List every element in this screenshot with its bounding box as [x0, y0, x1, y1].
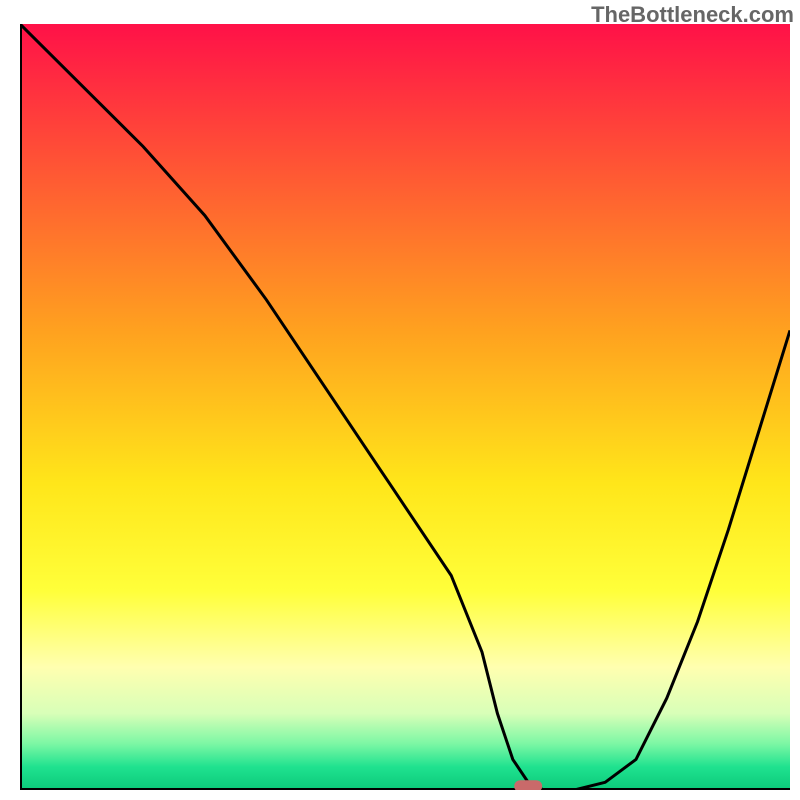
bottleneck-chart	[20, 24, 790, 790]
chart-svg	[20, 24, 790, 790]
optimal-point-marker	[514, 780, 542, 790]
watermark-text: TheBottleneck.com	[591, 2, 794, 28]
